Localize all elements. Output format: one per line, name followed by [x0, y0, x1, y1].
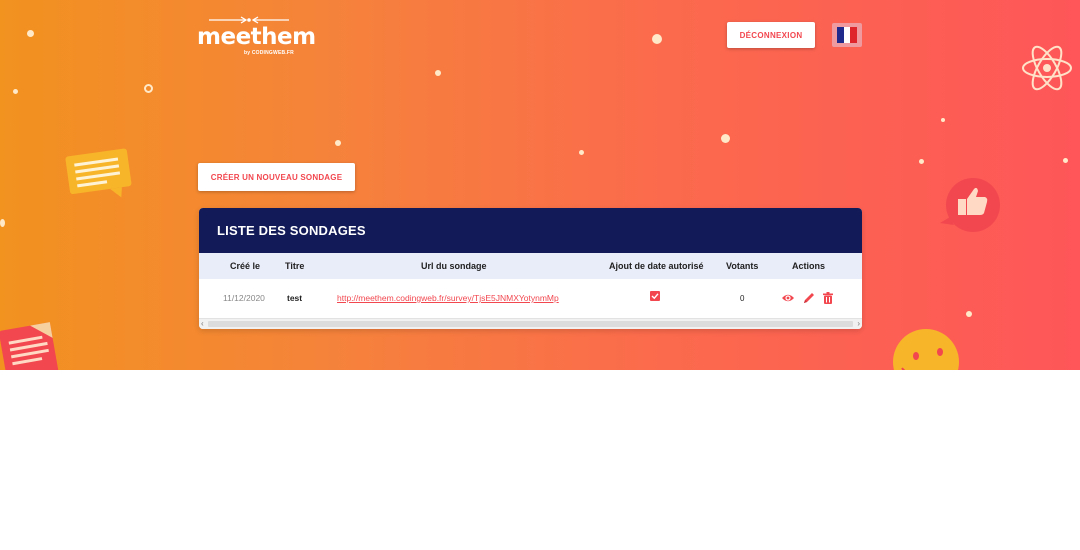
column-header-created: Créé le — [230, 261, 261, 271]
create-survey-button[interactable]: CRÉER UN NOUVEAU SONDAGE — [198, 163, 355, 191]
logout-button[interactable]: DÉCONNEXION — [727, 22, 815, 48]
column-header-actions: Actions — [792, 261, 826, 271]
decor-dot — [652, 34, 662, 44]
survey-list-title: LISTE DES SONDAGES — [199, 208, 862, 253]
trash-icon[interactable] — [823, 292, 833, 304]
app-logo[interactable]: meethem by CODINGWEB.FR — [197, 16, 316, 58]
arrows-logo-icon — [209, 16, 289, 24]
eye-icon[interactable] — [781, 292, 795, 304]
column-header-url: Url du sondage — [421, 261, 487, 271]
decor-dot — [1063, 158, 1068, 163]
atom-icon — [1022, 45, 1072, 91]
cell-voters: 0 — [740, 294, 745, 303]
horizontal-scrollbar[interactable]: ‹ › — [199, 318, 862, 329]
decor-ring — [144, 84, 153, 93]
cell-created: 11/12/2020 — [223, 293, 265, 303]
speech-bubble-icon — [65, 148, 132, 198]
french-flag-icon — [837, 27, 858, 43]
cell-title: test — [287, 293, 303, 303]
scroll-left-icon[interactable]: ‹ — [201, 319, 204, 328]
decor-dot — [13, 89, 18, 94]
note-paper-icon — [0, 322, 59, 370]
logo-text: meethem — [197, 24, 316, 50]
scroll-right-icon[interactable]: › — [857, 319, 860, 328]
thumbs-up-icon — [940, 178, 1000, 232]
decor-dot — [335, 140, 341, 146]
decor-dot — [941, 118, 945, 122]
column-header-date-allowed: Ajout de date autorisé — [609, 261, 704, 271]
check-icon — [651, 293, 659, 300]
decor-dot — [27, 30, 34, 37]
smiley-icon — [893, 329, 959, 370]
scrollbar-thumb[interactable] — [208, 321, 853, 327]
page-body — [0, 370, 1080, 550]
decor-dot — [0, 219, 5, 227]
decor-dot — [435, 70, 441, 76]
hero-banner: meethem by CODINGWEB.FR DÉCONNEXION CRÉE… — [0, 0, 1080, 370]
date-allowed-checkbox[interactable] — [650, 291, 660, 301]
decor-dot — [919, 159, 924, 164]
pencil-icon[interactable] — [803, 292, 815, 304]
decor-dot — [579, 150, 584, 155]
language-selector[interactable] — [832, 23, 862, 47]
logo-subtext: by CODINGWEB.FR — [244, 50, 294, 56]
decor-dot — [721, 134, 730, 143]
survey-list-card: LISTE DES SONDAGES Créé le Titre Url du … — [199, 208, 862, 329]
table-header-row: Créé le Titre Url du sondage Ajout de da… — [199, 253, 862, 279]
decor-dot — [966, 311, 972, 317]
survey-url-link[interactable]: http://meethem.codingweb.fr/survey/TjsE5… — [337, 293, 559, 303]
column-header-voters: Votants — [726, 261, 759, 271]
column-header-title: Titre — [285, 261, 305, 271]
